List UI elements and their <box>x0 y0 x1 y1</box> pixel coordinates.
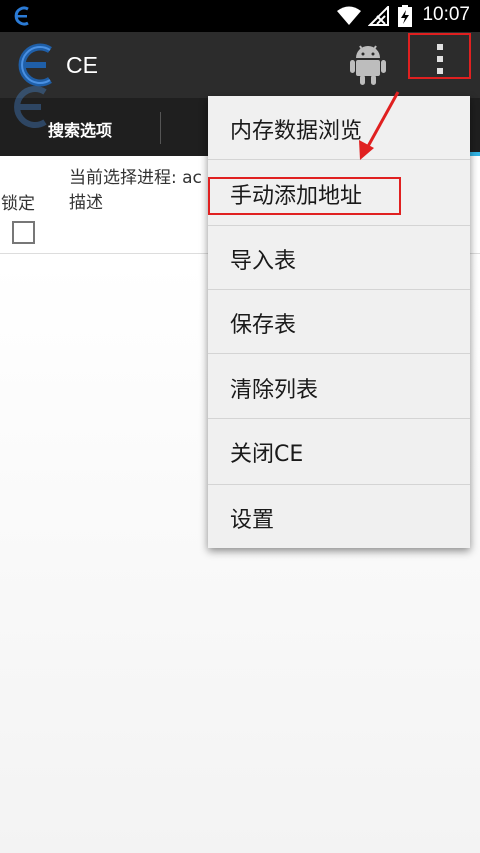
menu-item-label: 保存表 <box>230 313 297 338</box>
current-process-label: 当前选择进程: ac <box>69 168 202 188</box>
status-bar: 10:07 <box>0 0 480 32</box>
menu-item-label: 关闭CE <box>230 442 304 467</box>
app-title: CE <box>66 52 98 78</box>
menu-item-clear-list[interactable]: 清除列表 <box>208 355 470 419</box>
tab-divider <box>160 112 161 144</box>
status-time: 10:07 <box>422 4 470 25</box>
notification-ce-icon <box>14 6 29 26</box>
annotation-arrow-icon <box>359 91 400 160</box>
description-column-header: 描述 <box>69 193 103 213</box>
menu-item-label: 导入表 <box>230 249 297 274</box>
menu-item-label: 设置 <box>230 508 275 533</box>
menu-item-highlight <box>208 177 401 215</box>
menu-item-close-ce[interactable]: 关闭CE <box>208 419 470 485</box>
menu-item-import-table[interactable]: 导入表 <box>208 226 470 290</box>
cheat-engine-logo[interactable] <box>14 42 58 88</box>
android-icon[interactable] <box>350 42 386 86</box>
tab-search-options[interactable]: 搜索选项 <box>48 117 112 141</box>
lock-all-checkbox[interactable] <box>12 221 35 244</box>
lock-column-header: 锁定 <box>1 194 35 214</box>
overflow-menu: 内存数据浏览 手动添加地址 导入表 保存表 清除列表 关闭CE 设置 <box>208 96 470 548</box>
menu-item-settings[interactable]: 设置 <box>208 485 470 549</box>
menu-item-memory-browser[interactable]: 内存数据浏览 <box>208 96 470 160</box>
menu-item-save-table[interactable]: 保存表 <box>208 290 470 354</box>
wifi-icon <box>337 6 361 25</box>
no-signal-icon <box>368 6 389 26</box>
menu-item-label: 清除列表 <box>230 378 319 403</box>
battery-charging-icon <box>398 5 412 27</box>
menu-item-label: 内存数据浏览 <box>230 119 363 144</box>
overflow-button-highlight <box>408 33 471 79</box>
